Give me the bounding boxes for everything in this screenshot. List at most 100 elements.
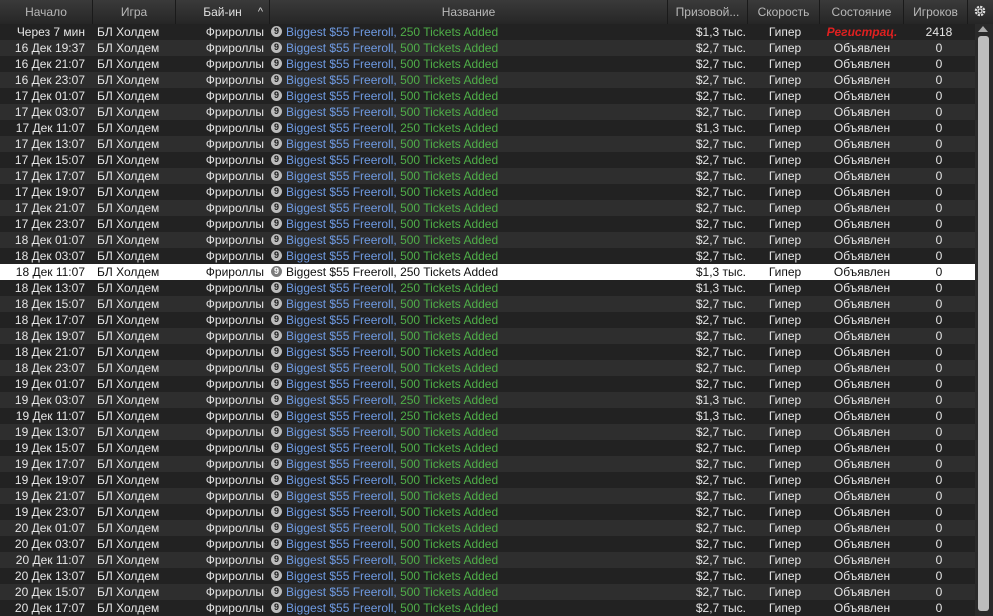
table-row[interactable]: 19 Дек 17:07 БЛ Холдем Фрироллы 9 Biggest $5… [0, 456, 975, 472]
table-row[interactable]: 19 Дек 19:07 БЛ Холдем Фрироллы 9 Biggest $5… [0, 472, 975, 488]
status-badge: Объявлен [833, 553, 891, 567]
tournament-name: 9 Biggest $55 Freeroll, 500 Tickets Added [271, 216, 671, 232]
gear-icon-graphic [974, 5, 986, 17]
table-row[interactable]: 19 Дек 13:07 БЛ Холдем Фрироллы 9 Biggest $5… [0, 424, 975, 440]
prize-pool: $2,7 тыс. [695, 457, 746, 471]
column-header-prize[interactable]: Призовой... [668, 0, 748, 24]
table-row[interactable]: 17 Дек 21:07 БЛ Холдем Фрироллы 9 Biggest $5… [0, 200, 975, 216]
nine-max-badge-icon: 9 [271, 458, 282, 470]
table-row[interactable]: Через 7 мин БЛ Холдем Фрироллы 9 Biggest $55… [0, 24, 975, 40]
table-row[interactable]: 20 Дек 13:07 БЛ Холдем Фрироллы 9 Biggest $5… [0, 568, 975, 584]
speed: Гипер [768, 489, 802, 503]
table-row[interactable]: 20 Дек 11:07 БЛ Холдем Фрироллы 9 Biggest $5… [0, 552, 975, 568]
table-row[interactable]: 18 Дек 01:07 БЛ Холдем Фрироллы 9 Biggest $5… [0, 232, 975, 248]
prize-pool: $2,7 тыс. [695, 329, 746, 343]
tournament-name-tickets: 500 Tickets Added [400, 569, 499, 583]
tournament-name-tickets: 500 Tickets Added [400, 425, 499, 439]
table-row[interactable]: 20 Дек 01:07 БЛ Холдем Фрироллы 9 Biggest $5… [0, 520, 975, 536]
column-header-state[interactable]: Состояние [820, 0, 904, 24]
scroll-up-arrow-icon[interactable] [978, 26, 988, 32]
table-row[interactable]: 20 Дек 03:07 БЛ Холдем Фрироллы 9 Biggest $5… [0, 536, 975, 552]
start-time: 20 Дек 01:07 [14, 521, 85, 535]
column-header-start[interactable]: Начало [0, 0, 93, 24]
tournament-name-tickets: 500 Tickets Added [400, 153, 499, 167]
column-header-state-label: Состояние [831, 5, 892, 19]
gear-icon[interactable] [972, 4, 988, 20]
scrollbar-thumb[interactable] [978, 36, 989, 611]
table-row[interactable]: 17 Дек 11:07 БЛ Холдем Фрироллы 9 Biggest $5… [0, 120, 975, 136]
nine-max-badge-icon: 9 [271, 602, 282, 614]
column-header-game[interactable]: Игра [93, 0, 176, 24]
tournament-name-title: Biggest $55 Freeroll, [286, 201, 397, 215]
speed: Гипер [768, 89, 802, 103]
column-header-buyin[interactable]: Бай-ин ^ [176, 0, 270, 24]
table-row[interactable]: 18 Дек 19:07 БЛ Холдем Фрироллы 9 Biggest $5… [0, 328, 975, 344]
table-row[interactable]: 17 Дек 15:07 БЛ Холдем Фрироллы 9 Biggest $5… [0, 152, 975, 168]
table-row[interactable]: 19 Дек 03:07 БЛ Холдем Фрироллы 9 Biggest $5… [0, 392, 975, 408]
table-row[interactable]: 17 Дек 01:07 БЛ Холдем Фрироллы 9 Biggest $5… [0, 88, 975, 104]
nine-max-badge-icon: 9 [271, 314, 282, 326]
tournament-name-tickets: 500 Tickets Added [400, 345, 499, 359]
buyin: Фрироллы [205, 361, 264, 375]
nine-max-badge-icon: 9 [271, 442, 282, 454]
table-row[interactable]: 17 Дек 19:07 БЛ Холдем Фрироллы 9 Biggest $5… [0, 184, 975, 200]
table-row[interactable]: 19 Дек 15:07 БЛ Холдем Фрироллы 9 Biggest $5… [0, 440, 975, 456]
tournament-name-tickets: 500 Tickets Added [400, 361, 499, 375]
tournament-name: 9 Biggest $55 Freeroll, 500 Tickets Added [271, 536, 671, 552]
table-row[interactable]: 19 Дек 23:07 БЛ Холдем Фрироллы 9 Biggest $5… [0, 504, 975, 520]
table-row[interactable]: 16 Дек 21:07 БЛ Холдем Фрироллы 9 Biggest $5… [0, 56, 975, 72]
start-time: 18 Дек 03:07 [14, 249, 85, 263]
nine-max-badge-icon: 9 [271, 426, 282, 438]
start-time: 17 Дек 15:07 [14, 153, 85, 167]
buyin: Фрироллы [205, 137, 264, 151]
table-row[interactable]: 17 Дек 03:07 БЛ Холдем Фрироллы 9 Biggest $5… [0, 104, 975, 120]
players-count: 0 [935, 153, 943, 167]
tournament-name-title: Biggest $55 Freeroll, [286, 217, 397, 231]
table-row[interactable]: 18 Дек 13:07 БЛ Холдем Фрироллы 9 Biggest $5… [0, 280, 975, 296]
tournament-name-tickets: 250 Tickets Added [400, 121, 499, 135]
table-row[interactable]: 19 Дек 01:07 БЛ Холдем Фрироллы 9 Biggest $5… [0, 376, 975, 392]
table-row[interactable]: 18 Дек 23:07 БЛ Холдем Фрироллы 9 Biggest $5… [0, 360, 975, 376]
table-row[interactable]: 18 Дек 21:07 БЛ Холдем Фрироллы 9 Biggest $5… [0, 344, 975, 360]
tournament-name-title: Biggest $55 Freeroll, [286, 393, 397, 407]
buyin: Фрироллы [205, 377, 264, 391]
vertical-scrollbar[interactable] [975, 24, 993, 616]
table-row[interactable]: 18 Дек 15:07 БЛ Холдем Фрироллы 9 Biggest $5… [0, 296, 975, 312]
table-row[interactable]: 16 Дек 23:07 БЛ Холдем Фрироллы 9 Biggest $5… [0, 72, 975, 88]
tournament-name-tickets: 500 Tickets Added [400, 505, 499, 519]
nine-max-badge-icon: 9 [271, 522, 282, 534]
nine-max-badge-icon: 9 [271, 90, 282, 102]
column-header-players[interactable]: Игроков [904, 0, 968, 24]
tournament-name-tickets: 250 Tickets Added [400, 393, 499, 407]
column-header-name[interactable]: Название [270, 0, 668, 24]
players-count: 0 [935, 457, 943, 471]
players-count: 0 [935, 249, 943, 263]
game-type: БЛ Холдем [97, 361, 160, 375]
table-row[interactable]: 17 Дек 17:07 БЛ Холдем Фрироллы 9 Biggest $5… [0, 168, 975, 184]
tournament-name-tickets: 500 Tickets Added [400, 553, 499, 567]
tournament-list: Через 7 мин БЛ Холдем Фрироллы 9 Biggest $55… [0, 24, 975, 616]
table-row[interactable]: 19 Дек 21:07 БЛ Холдем Фрироллы 9 Biggest $5… [0, 488, 975, 504]
tournament-name-tickets: 500 Tickets Added [400, 73, 499, 87]
players-count: 0 [935, 121, 943, 135]
status-badge: Объявлен [833, 377, 891, 391]
column-header-speed[interactable]: Скорость [748, 0, 820, 24]
speed: Гипер [768, 441, 802, 455]
speed: Гипер [768, 25, 802, 39]
nine-max-badge-icon: 9 [271, 282, 282, 294]
table-row[interactable]: 19 Дек 11:07 БЛ Холдем Фрироллы 9 Biggest $5… [0, 408, 975, 424]
table-row[interactable]: 20 Дек 17:07 БЛ Холдем Фрироллы 9 Biggest $5… [0, 600, 975, 616]
players-count: 0 [935, 233, 943, 247]
table-row[interactable]: 20 Дек 15:07 БЛ Холдем Фрироллы 9 Biggest $5… [0, 584, 975, 600]
table-row[interactable]: 16 Дек 19:37 БЛ Холдем Фрироллы 9 Biggest $5… [0, 40, 975, 56]
speed: Гипер [768, 473, 802, 487]
table-row[interactable]: 17 Дек 13:07 БЛ Холдем Фрироллы 9 Biggest $5… [0, 136, 975, 152]
table-row[interactable]: 18 Дек 11:07 БЛ Холдем Фрироллы 9 Biggest $5… [0, 264, 975, 280]
table-row[interactable]: 18 Дек 17:07 БЛ Холдем Фрироллы 9 Biggest $5… [0, 312, 975, 328]
table-row[interactable]: 17 Дек 23:07 БЛ Холдем Фрироллы 9 Biggest $5… [0, 216, 975, 232]
table-row[interactable]: 18 Дек 03:07 БЛ Холдем Фрироллы 9 Biggest $5… [0, 248, 975, 264]
status-badge: Объявлен [833, 41, 891, 55]
nine-max-badge-icon: 9 [271, 106, 282, 118]
players-count: 0 [935, 441, 943, 455]
players-count: 0 [935, 569, 943, 583]
